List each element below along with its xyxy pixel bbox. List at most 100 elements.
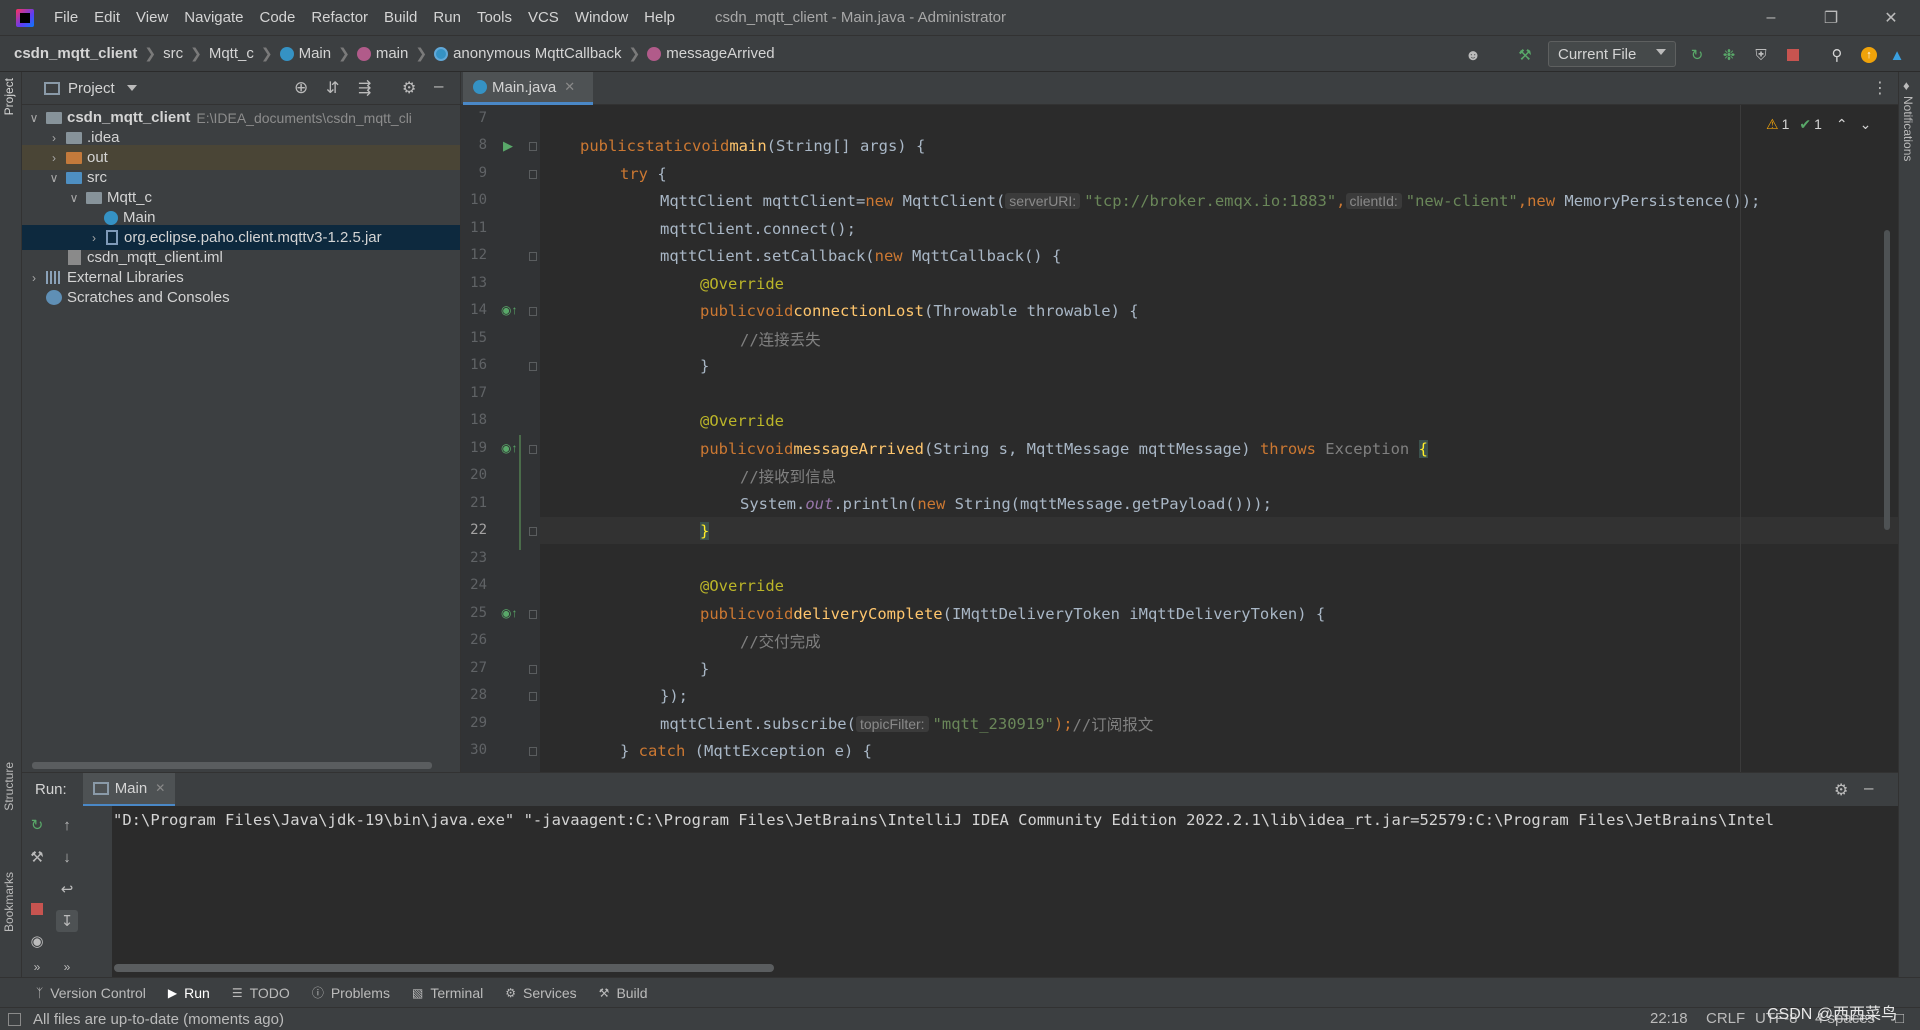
fold-icon[interactable] (529, 610, 537, 619)
run-configuration-select[interactable]: Current File (1548, 41, 1676, 67)
chevron-right-icon[interactable]: › (28, 271, 40, 285)
override-icon[interactable]: ◉↑ (501, 441, 517, 455)
notifications-side-tab[interactable]: Notifications (1901, 96, 1915, 161)
update-icon[interactable]: ↑ (1858, 44, 1880, 66)
override-icon[interactable]: ◉↑ (501, 606, 517, 620)
menu-file[interactable]: File (54, 9, 78, 26)
console-output[interactable]: "D:\Program Files\Java\jdk-19\bin\java.e… (112, 806, 1898, 977)
tool-problems[interactable]: ⓘ Problems (312, 984, 390, 1001)
debug-icon[interactable]: ❉ (1718, 44, 1740, 66)
breadcrumb-class[interactable]: Main (299, 45, 332, 62)
chevron-down-icon[interactable] (126, 85, 137, 91)
camera-icon[interactable]: ◉ (26, 930, 48, 952)
stop-icon[interactable] (26, 898, 48, 920)
hide-icon[interactable]: – (434, 76, 443, 96)
line-separator[interactable]: CRLF (1706, 1010, 1745, 1027)
project-view-label[interactable]: Project (68, 80, 115, 97)
menu-tools[interactable]: Tools (477, 9, 512, 26)
menu-window[interactable]: Window (575, 9, 628, 26)
tool-services[interactable]: ⚙ Services (505, 985, 576, 1001)
scroll-to-end-icon[interactable]: ↧ (56, 910, 78, 932)
tool-terminal[interactable]: ▧ Terminal (412, 985, 483, 1001)
more-icon[interactable]: » (56, 956, 78, 978)
tool-run[interactable]: ▶ Run (168, 985, 210, 1001)
chevron-right-icon[interactable]: › (48, 131, 60, 145)
fold-icon[interactable] (529, 527, 537, 536)
chevron-up-icon[interactable]: ⌃ (1836, 116, 1848, 133)
menu-vcs[interactable]: VCS (528, 9, 559, 26)
breadcrumb-src[interactable]: src (163, 45, 183, 62)
coverage-icon[interactable]: ⛨ (1750, 44, 1772, 66)
menu-refactor[interactable]: Refactor (311, 9, 368, 26)
close-icon[interactable]: ✕ (1868, 0, 1914, 35)
bookmarks-side-tab[interactable]: Bookmarks (2, 872, 16, 932)
gear-icon[interactable]: ⚙ (402, 78, 416, 98)
chevron-right-icon[interactable]: › (88, 231, 100, 245)
hide-icon[interactable]: – (1864, 778, 1873, 798)
run-tab-main[interactable]: Main ✕ (82, 772, 176, 807)
more-options-icon[interactable]: ⋮ (1872, 78, 1888, 98)
editor-vertical-scrollbar[interactable] (1884, 230, 1890, 530)
menu-run[interactable]: Run (433, 9, 461, 26)
breadcrumb-method[interactable]: main (376, 45, 409, 62)
fold-icon[interactable] (529, 252, 537, 261)
project-horizontal-scrollbar[interactable] (32, 762, 432, 769)
code-editor[interactable]: public static void main (String[] args) {… (540, 105, 1898, 772)
console-horizontal-scrollbar[interactable] (114, 964, 774, 972)
tab-main-java[interactable]: Main.java ✕ (463, 72, 593, 105)
run-gutter-icon[interactable]: ▶ (503, 138, 513, 154)
fold-icon[interactable] (529, 142, 537, 151)
menu-build[interactable]: Build (384, 9, 417, 26)
chevron-down-icon[interactable]: ∨ (68, 191, 80, 205)
menu-navigate[interactable]: Navigate (184, 9, 243, 26)
tool-build[interactable]: ⚒ Build (599, 985, 648, 1001)
restore-icon[interactable]: ❐ (1808, 0, 1854, 35)
search-icon[interactable]: ⚲ (1826, 44, 1848, 66)
collapse-all-icon[interactable]: ⇶ (358, 78, 371, 98)
account-icon[interactable]: ☻ (1462, 44, 1484, 66)
soft-wrap-icon[interactable]: ↩ (56, 878, 78, 900)
status-toggle-icon[interactable] (8, 1012, 21, 1026)
chevron-down-icon[interactable]: ∨ (48, 171, 60, 185)
menu-edit[interactable]: Edit (94, 9, 120, 26)
chevron-right-icon[interactable]: › (48, 151, 60, 165)
rerun-icon[interactable]: ↻ (26, 814, 48, 836)
breadcrumb-project[interactable]: csdn_mqtt_client (14, 45, 137, 62)
rerun-icon[interactable]: ↻ (1686, 44, 1708, 66)
fold-icon[interactable] (529, 170, 537, 179)
arrow-down-icon[interactable]: ↓ (56, 846, 78, 868)
minimize-icon[interactable]: – (1748, 0, 1794, 35)
expand-all-icon[interactable]: ⇵ (326, 78, 339, 98)
bell-icon[interactable]: ♦ (1903, 78, 1910, 93)
breadcrumb-current-method[interactable]: messageArrived (666, 45, 774, 62)
breadcrumb-anonymous[interactable]: anonymous MqttCallback (453, 45, 621, 62)
wrench-icon[interactable]: ⚒ (26, 846, 48, 868)
close-icon[interactable]: ✕ (564, 79, 575, 95)
close-icon[interactable]: ✕ (155, 781, 165, 795)
structure-side-tab[interactable]: Structure (2, 762, 16, 811)
fold-icon[interactable] (529, 692, 537, 701)
status-message[interactable]: All files are up-to-date (moments ago) (33, 1011, 284, 1028)
more-icon[interactable]: » (26, 956, 48, 978)
build-hammer-icon[interactable]: ⚒ (1514, 44, 1536, 66)
chevron-down-icon[interactable]: ⌄ (1860, 116, 1872, 133)
inspection-widget[interactable]: ⚠ 1 ✔ 1 ⌃ ⌄ (1766, 114, 1896, 134)
fold-icon[interactable] (529, 362, 537, 371)
breadcrumb-package[interactable]: Mqtt_c (209, 45, 254, 62)
override-icon[interactable]: ◉↑ (501, 303, 517, 317)
tool-todo[interactable]: ☰ TODO (232, 985, 290, 1001)
jetbrains-toolbox-icon[interactable]: ▲ (1886, 44, 1908, 66)
fold-icon[interactable] (529, 445, 537, 454)
fold-icon[interactable] (529, 665, 537, 674)
arrow-up-icon[interactable]: ↑ (56, 814, 78, 836)
fold-icon[interactable] (529, 747, 537, 756)
menu-code[interactable]: Code (259, 9, 295, 26)
chevron-down-icon[interactable]: ∨ (28, 111, 40, 125)
menu-help[interactable]: Help (644, 9, 675, 26)
menu-view[interactable]: View (136, 9, 168, 26)
gear-icon[interactable]: ⚙ (1834, 780, 1848, 800)
tool-version-control[interactable]: ᛉ Version Control (36, 985, 146, 1001)
stop-icon[interactable] (1782, 44, 1804, 66)
locate-icon[interactable]: ⊕ (294, 78, 308, 98)
caret-position[interactable]: 22:18 (1650, 1010, 1688, 1027)
